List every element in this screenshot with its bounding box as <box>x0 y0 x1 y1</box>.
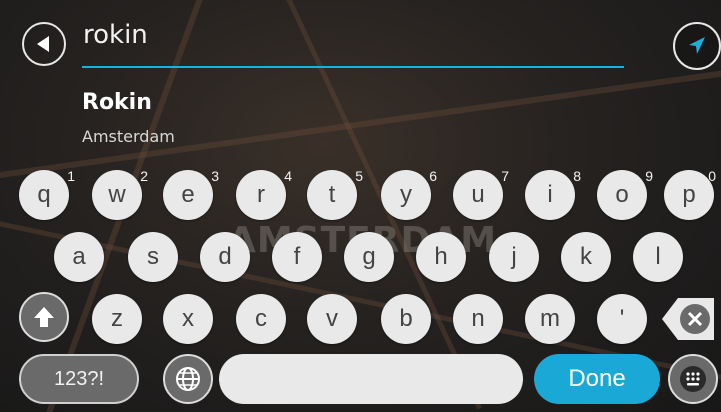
key-r[interactable]: r4 <box>236 168 292 220</box>
key-t[interactable]: t5 <box>307 168 363 220</box>
key-v[interactable]: v <box>307 294 357 344</box>
key-apostrophe[interactable]: ' <box>597 294 647 344</box>
navigation-arrow-icon <box>689 37 705 54</box>
shift-key[interactable] <box>19 292 69 342</box>
result-subtitle: Amsterdam <box>82 127 175 146</box>
key-e[interactable]: e3 <box>163 168 219 220</box>
key-k[interactable]: k <box>561 232 611 282</box>
navigation-button[interactable] <box>673 22 721 70</box>
result-title[interactable]: Rokin <box>82 90 152 115</box>
key-o[interactable]: o9 <box>597 168 653 220</box>
key-q[interactable]: q1 <box>19 168 75 220</box>
keyboard-switch-key[interactable] <box>668 354 718 404</box>
key-b[interactable]: b <box>381 294 431 344</box>
key-i[interactable]: i8 <box>525 168 581 220</box>
key-j[interactable]: j <box>489 232 539 282</box>
numbers-key[interactable]: 123?! <box>19 354 139 404</box>
key-x[interactable]: x <box>163 294 213 344</box>
arrow-left-icon <box>37 36 49 52</box>
globe-icon <box>176 367 200 391</box>
key-l[interactable]: l <box>633 232 683 282</box>
backspace-key[interactable] <box>660 294 718 344</box>
shift-arrow-icon <box>34 307 54 327</box>
backspace-icon <box>662 298 714 340</box>
key-g[interactable]: g <box>344 232 394 282</box>
key-y[interactable]: y6 <box>381 168 437 220</box>
search-input-underline <box>82 66 624 68</box>
key-z[interactable]: z <box>92 294 142 344</box>
key-u[interactable]: u7 <box>453 168 509 220</box>
key-h[interactable]: h <box>416 232 466 282</box>
key-c[interactable]: c <box>236 294 286 344</box>
key-p[interactable]: p0 <box>664 168 716 220</box>
key-f[interactable]: f <box>272 232 322 282</box>
key-w[interactable]: w2 <box>92 168 148 220</box>
key-s[interactable]: s <box>128 232 178 282</box>
key-d[interactable]: d <box>200 232 250 282</box>
key-n[interactable]: n <box>453 294 503 344</box>
key-a[interactable]: a <box>54 232 104 282</box>
space-bar[interactable] <box>219 354 523 404</box>
back-button[interactable] <box>22 22 66 66</box>
keyboard-icon <box>680 366 706 392</box>
language-key[interactable] <box>163 354 213 404</box>
key-m[interactable]: m <box>525 294 575 344</box>
search-input[interactable]: rokin <box>83 20 148 50</box>
done-button[interactable]: Done <box>534 354 660 404</box>
